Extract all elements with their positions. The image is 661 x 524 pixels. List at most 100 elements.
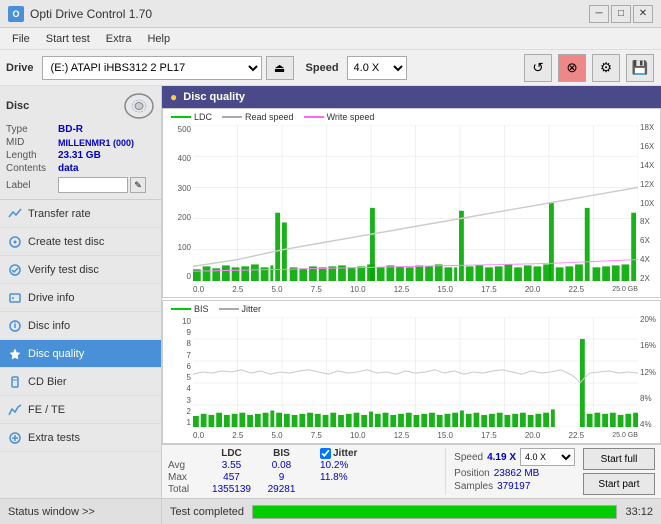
max-bis: 9 [259, 472, 304, 483]
save-button[interactable]: 💾 [626, 54, 654, 82]
x-label-75: 7.5 [311, 285, 322, 294]
lower-x-175: 17.5 [481, 431, 497, 440]
avg-label: Avg [168, 460, 204, 471]
erase-button[interactable]: ⊗ [558, 54, 586, 82]
status-window-button[interactable]: Status window >> [0, 498, 161, 524]
menu-help[interactable]: Help [139, 31, 178, 47]
disc-header: Disc [6, 92, 155, 120]
create-test-disc-label: Create test disc [28, 236, 104, 248]
sidebar-item-disc-info[interactable]: Disc info [0, 312, 161, 340]
disc-quality-label: Disc quality [28, 348, 84, 360]
drive-select[interactable]: (E:) ATAPI iHBS312 2 PL17 [42, 56, 262, 80]
sidebar-nav: Transfer rate Create test disc Verify te… [0, 200, 161, 498]
maximize-button[interactable]: □ [611, 5, 631, 23]
cd-bier-label: CD Bier [28, 376, 67, 388]
start-part-button[interactable]: Start part [583, 473, 655, 495]
upper-chart-y-axis-left: 500 400 300 200 100 0 [163, 125, 193, 281]
x-label-175: 17.5 [481, 285, 497, 294]
legend-write-speed: Write speed [304, 112, 375, 122]
speed-row: Speed 4.19 X 4.0 X [454, 448, 575, 466]
extra-tests-label: Extra tests [28, 432, 80, 444]
upper-chart-y-axis-right: 18X 16X 14X 12X 10X 8X 6X 4X 2X [638, 123, 660, 283]
length-label: Length [6, 150, 58, 161]
disc-length-row: Length 23.31 GB [6, 150, 155, 161]
lower-y-2: 2 [187, 407, 191, 416]
x-label-200: 20.0 [525, 285, 541, 294]
content-header-title: Disc quality [183, 91, 245, 103]
mid-label: MID [6, 137, 58, 148]
start-full-button[interactable]: Start full [583, 448, 655, 470]
lower-chart-y-axis-left: 10 9 8 7 6 5 4 3 2 1 [163, 317, 193, 427]
y-right-12x: 12X [640, 180, 654, 189]
avg-ldc: 3.55 [204, 460, 259, 471]
settings-button[interactable]: ⚙ [592, 54, 620, 82]
speed-select[interactable]: 4.0 X [520, 448, 575, 466]
lower-chart: BIS Jitter 10 9 8 7 6 5 4 3 2 1 [162, 300, 661, 444]
x-label-125: 12.5 [394, 285, 410, 294]
label-input[interactable] [58, 177, 128, 193]
content-header: ● Disc quality [162, 86, 661, 108]
fe-te-icon [8, 403, 22, 417]
speed-select[interactable]: 4.0 X [347, 56, 407, 80]
lower-chart-canvas [193, 317, 638, 427]
disc-title: Disc [6, 100, 29, 112]
transfer-rate-label: Transfer rate [28, 208, 91, 220]
jitter-checkbox-row: Jitter [320, 448, 357, 459]
legend-read-speed-label: Read speed [245, 112, 294, 122]
label-edit-button[interactable]: ✎ [130, 177, 146, 193]
lower-chart-x-axis: 0.0 2.5 5.0 7.5 10.0 12.5 15.0 17.5 20.0… [193, 427, 638, 443]
drive-label: Drive [6, 62, 34, 74]
sidebar-item-extra-tests[interactable]: Extra tests [0, 424, 161, 452]
x-label-150: 15.0 [437, 285, 453, 294]
label-label: Label [6, 180, 58, 191]
lower-chart-y-axis-right: 20% 16% 12% 8% 4% [638, 315, 660, 429]
checkbox-spacer [304, 448, 320, 459]
mid-value: MILLENMR1 (000) [58, 138, 134, 148]
lower-x-225: 22.5 [569, 431, 585, 440]
stats-section: LDC BIS Jitter Avg 3.55 0.08 10.2% [162, 444, 661, 498]
sidebar-item-create-test-disc[interactable]: Create test disc [0, 228, 161, 256]
avg-jitter: 10.2% [320, 460, 348, 471]
samples-label: Samples [454, 481, 493, 492]
close-button[interactable]: ✕ [633, 5, 653, 23]
legend-write-speed-label: Write speed [327, 112, 375, 122]
lower-x-100: 10.0 [350, 431, 366, 440]
avg-bis: 0.08 [259, 460, 304, 471]
eject-button[interactable]: ⏏ [266, 56, 294, 80]
max-ldc: 457 [204, 472, 259, 483]
disc-quality-icon [8, 347, 22, 361]
cd-bier-icon [8, 375, 22, 389]
y-right-18x: 18X [640, 123, 654, 132]
upper-chart: LDC Read speed Write speed 500 400 300 2… [162, 108, 661, 298]
bis-header: BIS [259, 448, 304, 459]
jitter-checkbox[interactable] [320, 448, 331, 459]
lower-y-8: 8 [187, 339, 191, 348]
sidebar-item-cd-bier[interactable]: CD Bier [0, 368, 161, 396]
disc-info-icon [8, 319, 22, 333]
progress-fill [253, 506, 616, 518]
menu-file[interactable]: File [4, 31, 38, 47]
menu-start-test[interactable]: Start test [38, 31, 98, 47]
lower-x-75: 7.5 [311, 431, 322, 440]
sidebar-item-transfer-rate[interactable]: Transfer rate [0, 200, 161, 228]
lower-y-4: 4 [187, 384, 191, 393]
sidebar-item-disc-quality[interactable]: Disc quality [0, 340, 161, 368]
max-label: Max [168, 472, 204, 483]
lower-y-5: 5 [187, 373, 191, 382]
transfer-rate-icon [8, 207, 22, 221]
minimize-button[interactable]: ─ [589, 5, 609, 23]
lower-y-3: 3 [187, 396, 191, 405]
title-bar-left: O Opti Drive Control 1.70 [8, 6, 152, 22]
sidebar-item-drive-info[interactable]: Drive info [0, 284, 161, 312]
sidebar-item-fe-te[interactable]: FE / TE [0, 396, 161, 424]
refresh-button[interactable]: ↺ [524, 54, 552, 82]
menu-extra[interactable]: Extra [98, 31, 140, 47]
lower-y-9: 9 [187, 328, 191, 337]
lower-y-7: 7 [187, 351, 191, 360]
sidebar-item-verify-test-disc[interactable]: Verify test disc [0, 256, 161, 284]
disc-icon [123, 92, 155, 120]
extra-tests-icon [8, 431, 22, 445]
speed-val-display: 4.19 X [487, 452, 516, 463]
ldc-header: LDC [204, 448, 259, 459]
disc-info-label: Disc info [28, 320, 70, 332]
